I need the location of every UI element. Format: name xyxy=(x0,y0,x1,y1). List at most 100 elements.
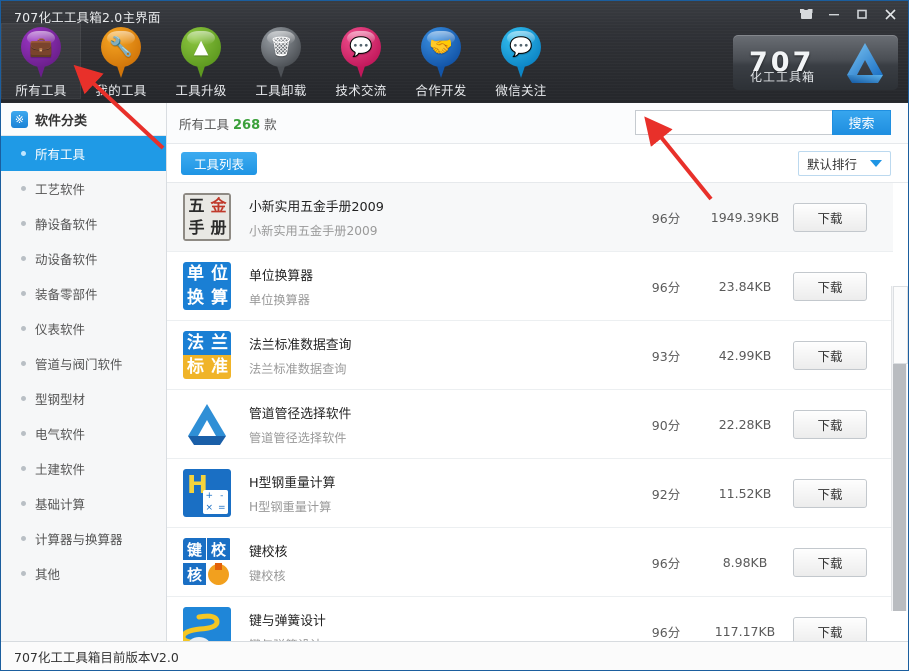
download-button[interactable]: 下载 xyxy=(793,340,867,370)
brand-subtitle: 化工工具箱 xyxy=(750,70,816,84)
download-button[interactable]: 下载 xyxy=(793,616,867,641)
sidebar-item-label: 动设备软件 xyxy=(35,252,98,267)
main-header: 所有工具 268 款 搜索 xyxy=(167,103,908,144)
bullet-icon xyxy=(21,571,26,576)
tool-size: 23.84KB xyxy=(718,278,772,294)
tab-tool-list[interactable]: 工具列表 xyxy=(181,151,258,175)
bullet-icon xyxy=(21,396,26,401)
download-button[interactable]: 下载 xyxy=(793,478,867,508)
tool-info: 管道管径选择软件 管道管径选择软件 xyxy=(249,403,635,446)
app-icon-jianjiaohe: 键校核 xyxy=(183,538,231,586)
maximize-button[interactable] xyxy=(848,3,876,25)
tool-name: 管道管径选择软件 xyxy=(249,406,352,422)
toolbar-item-label: 工具卸载 xyxy=(255,83,307,98)
toolbar-item-1[interactable]: 💼 所有工具 xyxy=(1,23,81,99)
sidebar-item-5[interactable]: 装备零部件 xyxy=(1,276,166,311)
tool-info: 法兰标准数据查询 法兰标准数据查询 xyxy=(249,334,635,377)
download-button[interactable]: 下载 xyxy=(793,202,867,232)
sort-select[interactable]: 默认排行 xyxy=(798,151,891,176)
table-row[interactable]: 法兰标准法兰标准数据查询 法兰标准数据查询 93分 42.99KB 下载 xyxy=(167,321,893,390)
vertical-scrollbar[interactable] xyxy=(891,286,908,611)
download-button[interactable]: 下载 xyxy=(793,547,867,577)
app-icon-hsteel: H + - × = xyxy=(183,469,231,517)
sidebar-item-7[interactable]: 管道与阀门软件 xyxy=(1,346,166,381)
scrollbar-track[interactable] xyxy=(893,364,906,611)
sidebar-item-label: 静设备软件 xyxy=(35,217,98,232)
search-button[interactable]: 搜索 xyxy=(832,110,891,135)
status-bar: 707化工工具箱目前版本V2.0 xyxy=(1,641,908,670)
bullet-icon xyxy=(21,536,26,541)
sidebar: ※ 软件分类 所有工具 工艺软件 静设备软件 动设备软件 装备零部件 仪表软件 管道与阀门软… xyxy=(1,103,167,641)
breadcrumb-count: 268 xyxy=(233,117,261,133)
bullet-icon xyxy=(21,326,26,331)
sidebar-item-label: 仪表软件 xyxy=(35,322,86,337)
main-panel: 所有工具 268 款 搜索 工具列表 默认排行 五金手册小新实用五金手册2009… xyxy=(167,103,908,641)
toolbar-item-7[interactable]: 💬 微信关注 xyxy=(481,23,561,99)
main-subheader: 工具列表 默认排行 xyxy=(167,144,908,183)
bullet-icon xyxy=(21,501,26,506)
sidebar-item-2[interactable]: 工艺软件 xyxy=(1,171,166,206)
table-row[interactable]: 单位换算单位换算器 单位换算器 96分 23.84KB 下载 xyxy=(167,252,893,321)
table-row[interactable]: 管道管径选择软件 管道管径选择软件 90分 22.28KB 下载 xyxy=(167,390,893,459)
sidebar-item-1[interactable]: 所有工具 xyxy=(1,136,166,171)
sidebar-item-8[interactable]: 型钢型材 xyxy=(1,381,166,416)
category-icon: ※ xyxy=(11,110,28,128)
tool-list: 五金手册小新实用五金手册2009 小新实用五金手册2009 96分 1949.39KB… xyxy=(167,183,893,641)
sidebar-item-10[interactable]: 土建软件 xyxy=(1,451,166,486)
tool-score: 92分 xyxy=(651,486,681,502)
minimize-button[interactable] xyxy=(820,3,848,25)
tool-info: 小新实用五金手册2009 小新实用五金手册2009 xyxy=(249,196,635,239)
tool-description: H型钢重量计算 xyxy=(249,499,332,514)
toolbar-item-6[interactable]: 🤝 合作开发 xyxy=(401,23,481,99)
tool-info: 单位换算器 单位换算器 xyxy=(249,265,635,308)
download-button[interactable]: 下载 xyxy=(793,409,867,439)
tool-description: 键校核 xyxy=(249,568,286,583)
sidebar-item-6[interactable]: 仪表软件 xyxy=(1,311,166,346)
sidebar-item-label: 电气软件 xyxy=(35,427,86,442)
brand-triangle-icon xyxy=(847,43,883,83)
table-row[interactable]: H + - × = H型钢重量计算 H型钢重量计算 92分 11.52KB 下载 xyxy=(167,459,893,528)
app-icon-wujin: 五金手册 xyxy=(183,193,231,241)
toolbar-item-2[interactable]: 🔧 我的工具 xyxy=(81,23,161,99)
bullet-icon xyxy=(21,466,26,471)
tools-icon: 🔧 xyxy=(98,27,144,79)
sidebar-list: 所有工具工艺软件静设备软件动设备软件装备零部件仪表软件管道与阀门软件 型钢型材电气… xyxy=(1,136,166,591)
table-row[interactable]: 键与弹簧设计键与弹簧设计 96分 117.17KB 下载 xyxy=(167,597,893,641)
sidebar-item-13[interactable]: 其他 xyxy=(1,556,166,591)
tool-description: 法兰标准数据查询 xyxy=(249,361,347,376)
bullet-icon xyxy=(21,291,26,296)
application-window: 707化工工具箱2.0主界面 💼 所有工具 🔧 我的工具 ▲ 工具升级 🗑 工具卸载 💬 技术交流… xyxy=(0,0,909,671)
bullet-icon xyxy=(21,151,26,156)
toolbar-item-label: 我的工具 xyxy=(95,83,147,98)
sidebar-item-11[interactable]: 基础计算 xyxy=(1,486,166,521)
search-input[interactable] xyxy=(635,110,832,135)
tool-size: 1949.39KB xyxy=(710,209,780,225)
breadcrumb: 所有工具 268 款 xyxy=(179,114,277,133)
toolbar-item-3[interactable]: ▲ 工具升级 xyxy=(161,23,241,99)
table-row[interactable]: 键校核键校核 键校核 96分 8.98KB 下载 xyxy=(167,528,893,597)
sidebar-item-3[interactable]: 静设备软件 xyxy=(1,206,166,241)
brand-logo: 707 化工工具箱 xyxy=(733,35,898,90)
app-icon-spring xyxy=(183,607,231,641)
bullet-icon xyxy=(21,221,26,226)
bullet-icon xyxy=(21,186,26,191)
sidebar-item-9[interactable]: 电气软件 xyxy=(1,416,166,451)
download-button[interactable]: 下载 xyxy=(793,271,867,301)
sidebar-item-label: 工艺软件 xyxy=(35,182,86,197)
toolbar-item-4[interactable]: 🗑 工具卸载 xyxy=(241,23,321,99)
close-button[interactable] xyxy=(876,3,904,25)
breadcrumb-label: 所有工具 xyxy=(179,116,230,132)
scrollbar-thumb[interactable] xyxy=(893,286,908,364)
tool-description: 单位换算器 xyxy=(249,292,310,307)
app-icon-falan: 法兰标准 xyxy=(183,331,231,379)
toolbar-item-5[interactable]: 💬 技术交流 xyxy=(321,23,401,99)
sidebar-item-12[interactable]: 计算器与换算器 xyxy=(1,521,166,556)
briefcase-icon: 💼 xyxy=(18,27,64,79)
sidebar-item-4[interactable]: 动设备软件 xyxy=(1,241,166,276)
tool-info: 键校核 键校核 xyxy=(249,541,635,584)
table-row[interactable]: 五金手册小新实用五金手册2009 小新实用五金手册2009 96分 1949.39KB… xyxy=(167,183,893,252)
main-toolbar: 💼 所有工具 🔧 我的工具 ▲ 工具升级 🗑 工具卸载 💬 技术交流 🤝 合作开发 💬 微信关注 xyxy=(1,23,561,99)
skin-button[interactable] xyxy=(792,3,820,25)
wechat-icon: 💬 xyxy=(498,27,544,79)
tool-size: 11.52KB xyxy=(718,485,772,501)
